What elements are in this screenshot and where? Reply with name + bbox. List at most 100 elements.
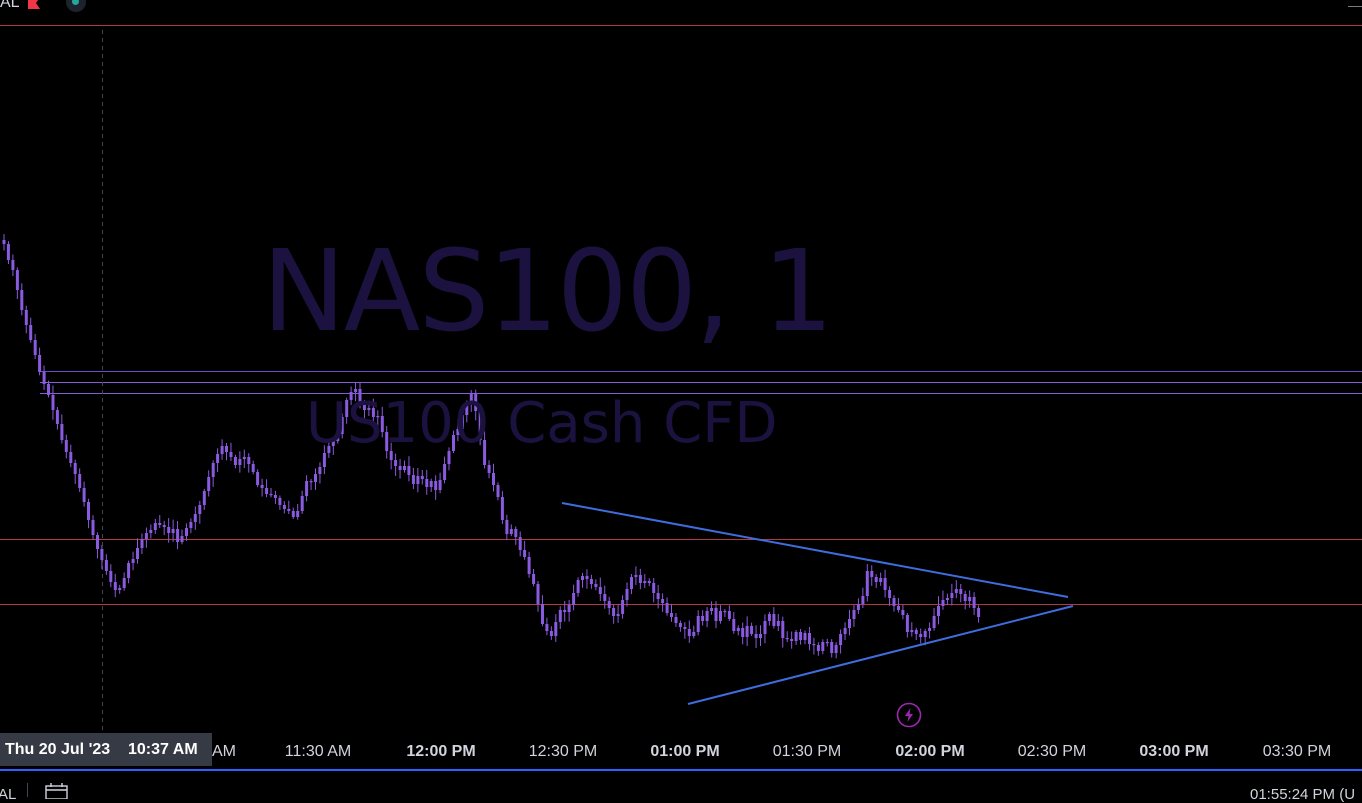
candle-body	[189, 522, 193, 528]
candle-body	[741, 628, 745, 637]
candle-body	[193, 514, 197, 522]
candle-body	[732, 619, 736, 631]
candle-body	[536, 584, 540, 604]
candle-body	[505, 520, 509, 534]
candle-body	[776, 621, 780, 626]
trendline[interactable]	[687, 605, 1074, 705]
candle-body	[55, 410, 59, 424]
candle-body	[487, 465, 491, 473]
candle-body	[420, 476, 424, 479]
candle-body	[403, 466, 406, 470]
candle-body	[874, 577, 878, 582]
candle-body	[572, 593, 576, 605]
candle-body	[905, 615, 909, 632]
candle-body	[865, 571, 869, 596]
candle-body	[892, 598, 896, 606]
menu-icon[interactable]	[1348, 0, 1362, 7]
candle-body	[11, 260, 15, 270]
candle-body	[897, 606, 900, 610]
candle-body	[29, 325, 33, 340]
crosshair-time-label: Thu 20 Jul '23 10:37 AM	[0, 733, 212, 766]
symbol-watermark: NAS100, 1	[262, 227, 834, 357]
candle-body	[411, 475, 415, 484]
candle-body	[945, 598, 949, 600]
candle-body	[140, 539, 144, 548]
crosshair-time: 10:37 AM	[128, 741, 198, 758]
candle-body	[763, 621, 767, 634]
candle-body	[416, 476, 420, 484]
candle-body	[198, 505, 202, 514]
candle-body	[256, 472, 260, 485]
candle-body	[113, 582, 117, 590]
candle-body	[665, 603, 669, 613]
candle-body	[808, 633, 811, 644]
candle-body	[500, 497, 504, 520]
candle-body	[51, 395, 55, 410]
candle-body	[643, 581, 647, 583]
candle-body	[678, 623, 682, 627]
candle-body	[407, 466, 411, 475]
time-tick-label: 11:30 AM	[284, 743, 352, 760]
candle-body	[812, 644, 816, 646]
candle-body	[518, 537, 522, 550]
candle-body	[492, 473, 495, 485]
candle-body	[968, 597, 972, 601]
flag-icon[interactable]	[27, 0, 41, 9]
candle-body	[109, 571, 113, 582]
candle-body	[15, 270, 19, 290]
candle-body	[398, 466, 402, 470]
candle-body	[670, 613, 673, 617]
candle-body	[314, 474, 317, 482]
candle-body	[20, 290, 24, 310]
candle-body	[727, 611, 731, 619]
candle-body	[870, 571, 874, 577]
time-tick-label: 02:00 PM	[895, 743, 965, 760]
candle-body	[127, 563, 131, 578]
candle-body	[291, 511, 295, 517]
trendline[interactable]	[561, 502, 1069, 598]
bottom-left-text[interactable]: AL	[0, 786, 16, 803]
candle-body	[794, 632, 798, 641]
symbol-description-watermark: US100 Cash CFD	[306, 391, 778, 456]
candle-body	[950, 593, 954, 598]
candle-body	[509, 529, 513, 534]
trendlines[interactable]	[561, 502, 1074, 705]
candle-body	[438, 480, 442, 490]
candle-body	[848, 619, 851, 628]
candle-body	[816, 645, 820, 651]
candle-body	[785, 638, 789, 640]
candle-body	[803, 633, 807, 640]
clock-text[interactable]: 01:55:24 PM (U	[1250, 786, 1355, 803]
candle-body	[772, 614, 776, 626]
candle-body	[910, 630, 914, 632]
candle-body	[767, 614, 771, 621]
candle-body	[153, 523, 157, 530]
lightning-icon[interactable]	[896, 702, 922, 728]
candle-body	[87, 502, 90, 520]
candle-body	[425, 479, 429, 487]
candle-body	[225, 446, 228, 452]
candle-body	[69, 452, 73, 463]
candle-body	[309, 481, 313, 483]
candle-body	[861, 596, 865, 604]
candle-body	[251, 464, 255, 472]
candle-body	[567, 605, 571, 612]
candle-body	[282, 505, 286, 509]
toolbar-divider	[27, 783, 28, 797]
candle-body	[33, 340, 37, 355]
candle-body	[96, 535, 99, 549]
candle-body	[977, 608, 981, 617]
time-tick-label: 03:00 PM	[1139, 743, 1209, 760]
candle-body	[136, 548, 139, 559]
candle-body	[443, 464, 447, 480]
candle-body	[963, 594, 967, 601]
candle-body	[91, 520, 95, 535]
candle-body	[78, 474, 82, 488]
candle-body	[701, 616, 705, 621]
candle-body	[496, 485, 500, 497]
time-tick-label: 02:30 PM	[1017, 743, 1087, 760]
candle-body	[972, 597, 976, 608]
top-bar-text: AL	[0, 0, 20, 11]
candle-body	[879, 578, 883, 582]
candle-body	[692, 632, 696, 636]
